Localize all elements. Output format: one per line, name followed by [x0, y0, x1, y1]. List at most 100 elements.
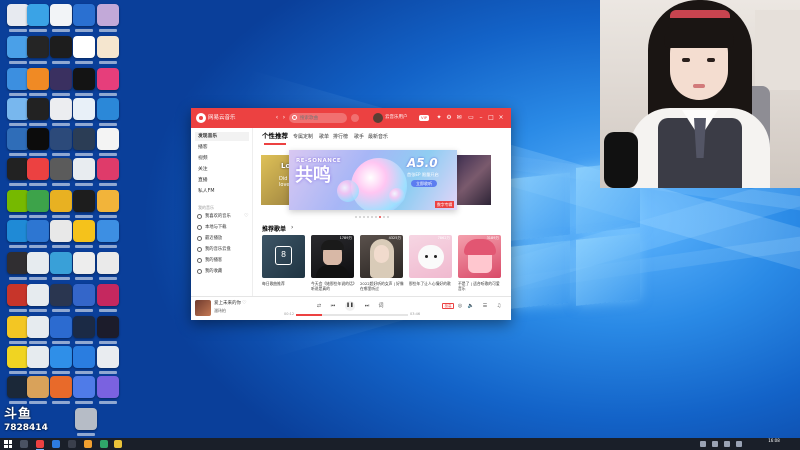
desktop-icon-app[interactable]	[50, 158, 72, 186]
playlist-title[interactable]: 2022超好听的女声 | 好像在哪里听过	[360, 281, 405, 291]
taskbar-app-icon[interactable]	[52, 440, 60, 448]
desktop-icon-app[interactable]	[73, 252, 95, 280]
skin-icon[interactable]: ✦	[435, 114, 443, 122]
desktop-icon-app[interactable]	[27, 316, 49, 344]
playlist-cover[interactable]: 7862万	[409, 235, 452, 278]
tray-icon[interactable]	[712, 441, 718, 447]
desktop-icon-app[interactable]	[7, 284, 29, 312]
tab-personal-recommend[interactable]: 个性推荐	[262, 132, 288, 140]
carousel-dot[interactable]	[355, 216, 357, 218]
desktop-icon-app[interactable]	[97, 36, 119, 64]
shuffle-icon[interactable]: ⇄	[315, 302, 323, 310]
desktop-icon-app[interactable]	[97, 252, 119, 280]
minimize-icon[interactable]: –	[477, 114, 485, 122]
desktop-icon-app[interactable]	[27, 284, 49, 312]
desktop-icon-app[interactable]	[73, 376, 95, 404]
desktop-icon-app[interactable]	[50, 346, 72, 374]
desktop-icon-app[interactable]	[27, 128, 49, 156]
like-icon[interactable]: ♡	[242, 300, 246, 306]
desktop-icon-app[interactable]	[97, 4, 119, 32]
maximize-icon[interactable]: □	[487, 114, 495, 122]
desktop-icon-app[interactable]	[73, 98, 95, 126]
listen-together-icon[interactable]: ♫	[495, 302, 503, 310]
banner-carousel[interactable]: RE-SONANCE 共鸣 A5.0 首张EP 限量开启 立即收听 数字专辑	[289, 150, 457, 210]
desktop-icon-app[interactable]	[27, 220, 49, 248]
desktop-icon-app[interactable]	[75, 408, 97, 436]
username[interactable]: 云音乐用户	[385, 114, 408, 122]
pause-button[interactable]: ❚❚	[345, 301, 355, 311]
desktop-icon-app[interactable]	[73, 128, 95, 156]
voice-search-icon[interactable]	[351, 114, 359, 122]
desktop-icon-app[interactable]	[97, 220, 119, 248]
carousel-dot[interactable]	[363, 216, 365, 218]
playlist-title[interactable]: 每日歌曲推荐	[262, 281, 307, 291]
desktop-icon-app[interactable]	[50, 284, 72, 312]
playlist-cover[interactable]: 8	[262, 235, 305, 278]
taskbar-app-icon[interactable]	[36, 440, 44, 448]
sidebar-item-favorites[interactable]: 我的收藏	[196, 267, 250, 276]
playlist-cover[interactable]: 4325万	[360, 235, 403, 278]
playlist-cover[interactable]: 3189万	[458, 235, 501, 278]
desktop-icon-app[interactable]	[73, 346, 95, 374]
desktop-icon-app[interactable]	[27, 4, 49, 32]
desktop-icon-app[interactable]	[50, 36, 72, 64]
desktop-icon-app[interactable]	[27, 252, 49, 280]
desktop-icon-app[interactable]	[97, 68, 119, 96]
desktop-icon-app[interactable]	[97, 346, 119, 374]
carousel-dot[interactable]	[375, 216, 377, 218]
desktop-icon-app[interactable]	[50, 4, 72, 32]
tab-custom[interactable]: 专属定制	[293, 133, 313, 141]
close-icon[interactable]: ×	[497, 114, 505, 122]
desktop-icon-app[interactable]	[97, 316, 119, 344]
quality-badge[interactable]: 极高	[442, 303, 454, 309]
desktop-icon-app[interactable]	[97, 158, 119, 186]
tab-charts[interactable]: 排行榜	[333, 133, 348, 141]
sound-effect-icon[interactable]: ◎	[456, 302, 464, 310]
desktop-icon-app[interactable]	[73, 36, 95, 64]
banner-next-slide[interactable]	[453, 155, 491, 205]
carousel-dot[interactable]	[383, 216, 385, 218]
network-icon[interactable]	[724, 441, 730, 447]
sidebar-item-my-podcast[interactable]: 我的播客	[196, 256, 250, 265]
mini-mode-icon[interactable]: ▭	[467, 114, 475, 122]
sidebar-item-recent[interactable]: 最近播放	[196, 234, 250, 243]
tray-icon[interactable]	[700, 441, 706, 447]
desktop-icon-netease[interactable]	[27, 158, 49, 186]
desktop-icon-nvidia[interactable]	[7, 190, 29, 218]
playlist-cover[interactable]: 1789万	[311, 235, 354, 278]
desktop-icon-qq[interactable]	[27, 98, 49, 126]
search-input[interactable]	[289, 113, 347, 123]
desktop-icon-app[interactable]	[97, 190, 119, 218]
playlist-title[interactable]: 今天会《她那些年说的话》听说是真的	[311, 281, 356, 291]
carousel-dots[interactable]	[355, 214, 391, 218]
desktop-icon-app[interactable]	[27, 68, 49, 96]
heartbeat-mode-icon[interactable]: ♡	[244, 214, 248, 219]
now-playing-cover[interactable]	[195, 300, 211, 316]
desktop-icon-steam[interactable]	[7, 376, 29, 404]
forward-arrow-icon[interactable]: ›	[280, 114, 288, 122]
taskbar-app-icon[interactable]	[100, 440, 108, 448]
volume-tray-icon[interactable]	[736, 441, 742, 447]
sidebar-item-podcast[interactable]: 播客	[195, 143, 249, 152]
lyrics-icon[interactable]: 词	[377, 302, 385, 310]
desktop-icon-epic[interactable]	[7, 158, 29, 186]
taskbar-chrome-icon[interactable]	[114, 440, 122, 448]
desktop-icon-network[interactable]	[7, 68, 29, 96]
desktop-icon-app[interactable]	[73, 68, 95, 96]
desktop-icon-app[interactable]	[73, 4, 95, 32]
tab-playlists[interactable]: 歌单	[319, 133, 329, 141]
user-avatar[interactable]	[373, 113, 383, 123]
desktop-icon-app[interactable]	[97, 98, 119, 126]
sidebar-item-live[interactable]: 直播	[195, 176, 249, 185]
desktop-icon-app[interactable]	[50, 98, 72, 126]
desktop-icon-edge[interactable]	[7, 220, 29, 248]
carousel-dot[interactable]	[379, 216, 381, 218]
taskbar-app-icon[interactable]	[68, 440, 76, 448]
desktop-icon-app[interactable]	[50, 316, 72, 344]
recommend-section-title[interactable]: 推荐歌单	[262, 224, 286, 233]
desktop-icon-app[interactable]	[7, 128, 29, 156]
desktop-icon-obs[interactable]	[7, 252, 29, 280]
next-icon[interactable]: ⏭	[363, 302, 371, 310]
desktop-icon-app[interactable]	[27, 346, 49, 374]
carousel-dot[interactable]	[359, 216, 361, 218]
